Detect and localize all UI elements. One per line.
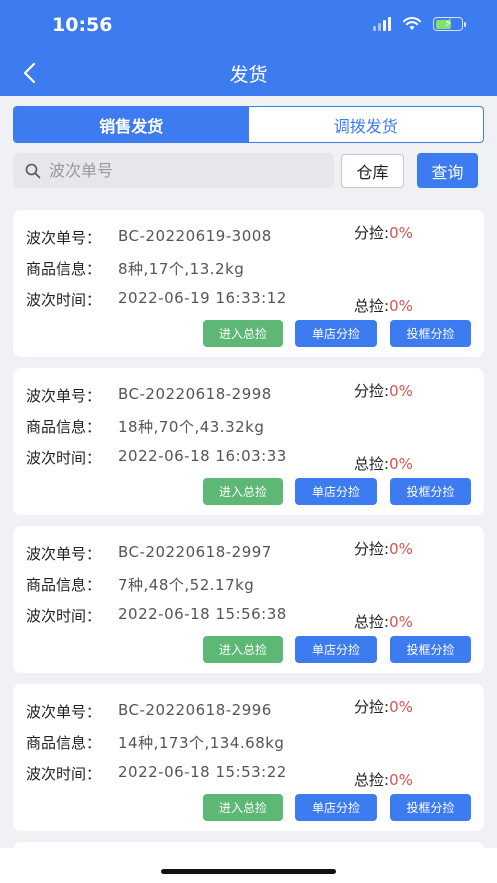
enter-total-pick-button[interactable]: 进入总捡 (203, 794, 283, 821)
enter-total-pick-button[interactable]: 进入总捡 (203, 478, 283, 505)
store-split-pick-button[interactable]: 单店分捡 (295, 320, 377, 347)
battery-icon: ⚡ (433, 16, 466, 31)
wave-no-value: BC-20220619-3008 (118, 227, 272, 245)
box-split-pick-button[interactable]: 投框分捡 (390, 636, 471, 663)
wave-card: 波次单号： BC-20220619-3008 商品信息： 8种,17个,13.2kg… (13, 210, 484, 357)
goods-info-value: 7种,48个,52.17kg (118, 576, 255, 594)
warehouse-button[interactable]: 仓库 (341, 154, 404, 188)
wave-time-label: 波次时间： (26, 449, 102, 467)
wave-time-value: 2022-06-18 16:03:33 (118, 447, 287, 465)
goods-info-label: 商品信息： (26, 260, 102, 278)
wave-no-value: BC-20220618-2998 (118, 385, 272, 403)
tab-transfer-delivery[interactable]: 调拨发货 (249, 107, 484, 142)
wave-card: 波次单号： BC-20220618-2997 商品信息： 7种,48个,52.17k… (13, 526, 484, 673)
enter-total-pick-button[interactable]: 进入总捡 (203, 320, 283, 347)
store-split-pick-button[interactable]: 单店分捡 (295, 794, 377, 821)
box-split-pick-button[interactable]: 投框分捡 (390, 478, 471, 505)
goods-info-value: 18种,70个,43.32kg (118, 418, 265, 436)
goods-info-label: 商品信息： (26, 418, 102, 436)
goods-info-value: 8种,17个,13.2kg (118, 260, 245, 278)
cellular-signal-icon (373, 17, 391, 31)
wave-card: 波次单号： BC-20220618-2996 商品信息： 14种,173个,134.… (13, 684, 484, 831)
wave-time-value: 2022-06-18 15:53:22 (118, 763, 287, 781)
goods-info-value: 14种,173个,134.68kg (118, 734, 285, 752)
box-split-pick-button[interactable]: 投框分捡 (390, 320, 471, 347)
box-split-pick-button[interactable]: 投框分捡 (390, 794, 471, 821)
search-icon (25, 163, 41, 178)
wave-time-value: 2022-06-19 16:33:12 (118, 289, 287, 307)
wave-time-value: 2022-06-18 15:56:38 (118, 605, 287, 623)
page-title: 发货 (229, 64, 268, 86)
wave-card: 波次单号： BC-20220618-2998 商品信息： 18种,70个,43.32… (13, 368, 484, 515)
split-pick-progress: 分捡:0% (354, 698, 413, 716)
wave-no-value: BC-20220618-2997 (118, 543, 272, 561)
status-icons: ⚡ (373, 16, 466, 31)
enter-total-pick-button[interactable]: 进入总捡 (203, 636, 283, 663)
search-input[interactable] (49, 161, 299, 180)
delivery-type-tabs: 销售发货 调拨发货 (13, 106, 484, 143)
wave-time-label: 波次时间： (26, 291, 102, 309)
status-time: 10:56 (52, 14, 113, 36)
goods-info-label: 商品信息： (26, 734, 102, 752)
wave-no-value: BC-20220618-2996 (118, 701, 272, 719)
app-header: 10:56 ⚡ 发货 (0, 0, 497, 96)
home-indicator[interactable] (161, 869, 336, 874)
wave-time-label: 波次时间： (26, 607, 102, 625)
split-pick-progress: 分捡:0% (354, 224, 413, 242)
wave-no-label: 波次单号： (26, 229, 102, 247)
wave-no-label: 波次单号： (26, 703, 102, 721)
split-pick-progress: 分捡:0% (354, 382, 413, 400)
home-bar (0, 848, 497, 883)
wave-no-label: 波次单号： (26, 387, 102, 405)
split-pick-progress: 分捡:0% (354, 540, 413, 558)
store-split-pick-button[interactable]: 单店分捡 (295, 478, 377, 505)
tab-sales-delivery[interactable]: 销售发货 (14, 107, 249, 142)
total-pick-progress: 总捡:0% (354, 297, 413, 315)
total-pick-progress: 总捡:0% (354, 771, 413, 789)
wave-time-label: 波次时间： (26, 765, 102, 783)
query-button[interactable]: 查询 (417, 153, 478, 188)
goods-info-label: 商品信息： (26, 576, 102, 594)
total-pick-progress: 总捡:0% (354, 455, 413, 473)
search-box (13, 153, 334, 188)
wifi-icon (403, 17, 421, 30)
store-split-pick-button[interactable]: 单店分捡 (295, 636, 377, 663)
wave-no-label: 波次单号： (26, 545, 102, 563)
total-pick-progress: 总捡:0% (354, 613, 413, 631)
